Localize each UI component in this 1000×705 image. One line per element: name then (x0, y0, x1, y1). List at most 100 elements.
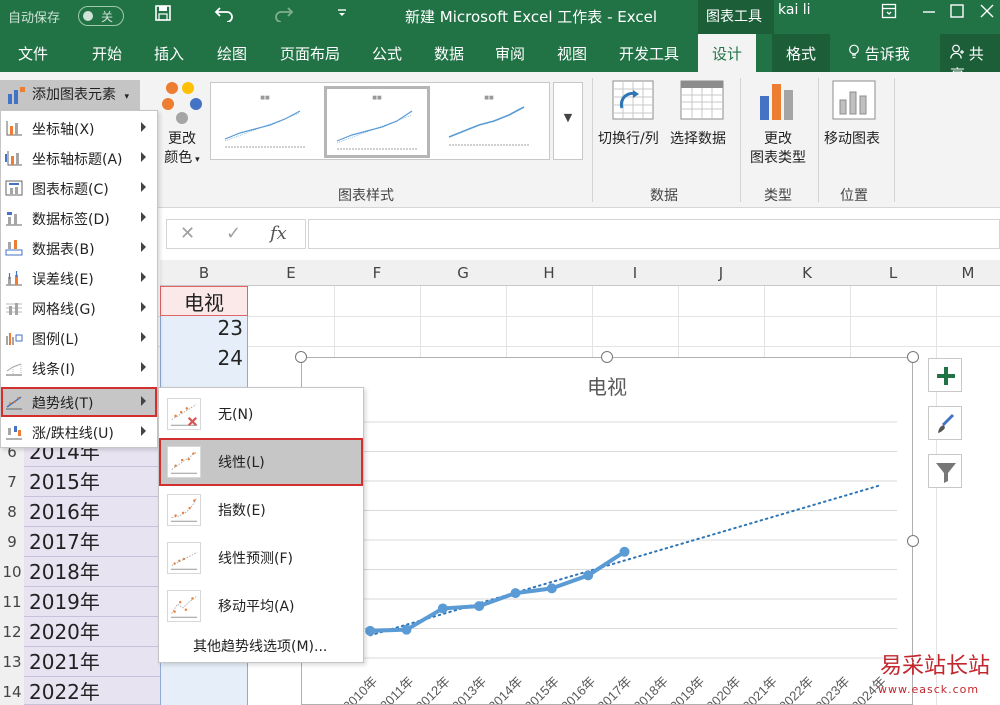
cell-b-value[interactable]: 23 (160, 316, 248, 346)
save-icon[interactable] (154, 4, 172, 27)
change-chart-type-icon[interactable] (756, 80, 798, 122)
cell-year[interactable]: 2020年 (24, 617, 160, 647)
data-point[interactable] (583, 570, 594, 581)
add-chart-element-button[interactable]: 添加图表元素 ▾ (0, 80, 140, 110)
menu-item-error-bars[interactable]: 误差线(E) (1, 263, 157, 293)
column-header-g[interactable]: G (420, 264, 506, 282)
menu-item-lines[interactable]: 线条(I) (1, 353, 157, 383)
column-header-b[interactable]: B (160, 264, 248, 282)
line-chart[interactable]: 电视 2010年 2011年 2012年 2013年 2014年 2015年 2016年 20… (301, 357, 913, 705)
tab-page-layout[interactable]: 页面布局 (280, 43, 340, 64)
cell-year[interactable]: 2018年 (24, 557, 160, 587)
quick-access-menu-icon[interactable] (336, 2, 348, 25)
data-point[interactable] (546, 583, 557, 594)
autosave-toggle[interactable]: 关 (78, 6, 124, 26)
tab-view[interactable]: 视图 (557, 43, 587, 64)
data-point[interactable] (619, 546, 630, 557)
close-icon[interactable] (972, 3, 1000, 23)
confirm-icon[interactable]: ✓ (226, 223, 241, 244)
chart-styles-button[interactable] (928, 406, 962, 440)
select-data-button[interactable]: 选择数据 (670, 130, 726, 149)
column-header-l[interactable]: L (850, 264, 936, 282)
tab-design[interactable]: 设计 (698, 34, 757, 72)
trendline-option-moving-average[interactable]: 移动平均(A) (159, 582, 363, 630)
tab-insert[interactable]: 插入 (154, 43, 184, 64)
menu-item-up-down-bars[interactable]: 涨/跌柱线(U) (1, 417, 157, 447)
move-chart-button[interactable]: 移动图表 (824, 130, 880, 149)
cell-year[interactable]: 2016年 (24, 497, 160, 527)
cell-b-header[interactable]: 电视 (160, 286, 248, 316)
data-point[interactable] (401, 624, 412, 635)
menu-item-gridlines[interactable]: 网格线(G) (1, 293, 157, 323)
change-chart-type-button[interactable]: 更改 图表类型 (748, 130, 808, 168)
column-header-m[interactable]: M (936, 264, 1000, 282)
redo-icon[interactable] (274, 4, 294, 27)
data-point[interactable] (510, 588, 521, 599)
move-chart-icon[interactable] (832, 80, 876, 120)
menu-item-data-table[interactable]: 数据表(B) (1, 233, 157, 263)
linear-trendline[interactable] (369, 484, 880, 637)
menu-item-axis-titles[interactable]: 坐标轴标题(A) (1, 143, 157, 173)
data-point[interactable] (474, 601, 485, 612)
share-button[interactable]: 共享 (940, 34, 1000, 84)
row-header[interactable]: 9 (0, 527, 24, 557)
undo-icon[interactable] (214, 4, 234, 27)
chart-filters-button[interactable] (928, 454, 962, 488)
row-header[interactable]: 11 (0, 587, 24, 617)
tab-formulas[interactable]: 公式 (372, 43, 402, 64)
cell-year[interactable]: 2019年 (24, 587, 160, 617)
trendline-option-none[interactable]: 无(N) (159, 390, 363, 438)
resize-handle[interactable] (907, 535, 919, 547)
row-header[interactable]: 13 (0, 647, 24, 677)
chart-style-thumbnail-3[interactable]: ■■ (439, 89, 539, 155)
user-name[interactable]: kai li (778, 2, 811, 18)
menu-item-chart-title[interactable]: 图表标题(C) (1, 173, 157, 203)
change-colors-icon[interactable] (162, 80, 206, 124)
resize-handle[interactable] (295, 351, 307, 363)
trendline-option-linear[interactable]: 线性(L) (159, 438, 363, 486)
tab-file[interactable]: 文件 (18, 43, 48, 64)
switch-row-column-button[interactable]: 切换行/列 (598, 130, 659, 149)
column-header-h[interactable]: H (506, 264, 592, 282)
resize-handle[interactable] (907, 351, 919, 363)
trendline-option-exponential[interactable]: 指数(E) (159, 486, 363, 534)
menu-item-data-labels[interactable]: 数据标签(D) (1, 203, 157, 233)
column-header-e[interactable]: E (248, 264, 334, 282)
column-header-i[interactable]: I (592, 264, 678, 282)
maximize-icon[interactable] (942, 3, 972, 23)
column-header-j[interactable]: J (678, 264, 764, 282)
tab-review[interactable]: 审阅 (495, 43, 525, 64)
more-trendline-options[interactable]: 其他趋势线选项(M)... (159, 630, 363, 660)
formula-input[interactable] (308, 219, 1000, 249)
column-header-k[interactable]: K (764, 264, 850, 282)
select-data-icon[interactable] (680, 80, 724, 120)
change-colors-button[interactable]: 更改 颜色 ▾ (158, 130, 206, 170)
column-header-f[interactable]: F (334, 264, 420, 282)
data-point[interactable] (365, 625, 376, 636)
gallery-more-button[interactable]: ▼ (553, 82, 583, 160)
switch-row-column-icon[interactable] (612, 80, 654, 120)
ribbon-display-icon[interactable] (874, 3, 904, 23)
cell-b-value[interactable]: 24 (160, 346, 248, 376)
tab-draw[interactable]: 绘图 (217, 43, 247, 64)
cancel-icon[interactable]: ✕ (180, 223, 195, 244)
cell-year[interactable]: 2022年 (24, 677, 160, 705)
insert-function-button[interactable]: fx (270, 223, 287, 244)
row-header[interactable]: 8 (0, 497, 24, 527)
data-point[interactable] (437, 603, 448, 614)
cell-year[interactable]: 2015年 (24, 467, 160, 497)
chart-title[interactable]: 电视 (587, 376, 627, 399)
menu-item-legend[interactable]: 图例(L) (1, 323, 157, 353)
tell-me[interactable]: 告诉我 (848, 43, 910, 64)
minimize-icon[interactable] (914, 3, 944, 23)
cell-year[interactable]: 2017年 (24, 527, 160, 557)
tab-home[interactable]: 开始 (92, 43, 122, 64)
menu-item-axes[interactable]: 坐标轴(X) (1, 113, 157, 143)
series-line[interactable] (370, 550, 626, 633)
menu-item-trendline[interactable]: 趋势线(T) (1, 387, 157, 417)
chart-style-thumbnail-2[interactable]: ■■ (324, 86, 430, 158)
row-header[interactable]: 10 (0, 557, 24, 587)
row-header[interactable]: 12 (0, 617, 24, 647)
cell-year[interactable]: 2021年 (24, 647, 160, 677)
tab-format[interactable]: 格式 (772, 34, 831, 72)
